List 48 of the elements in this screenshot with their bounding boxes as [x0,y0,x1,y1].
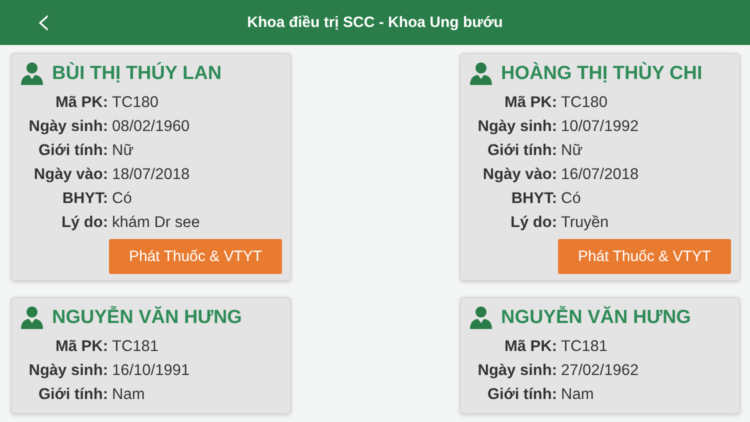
back-button[interactable]: ‹ [30,4,58,38]
patient-name: BÙI THỊ THÚY LAN [52,61,222,86]
field-label: Giới tính: [37,141,108,161]
field-label: Mã PK: [54,337,108,357]
person-icon [469,62,493,86]
field-value: TC180 [561,93,609,113]
field-value: 10/07/1992 [561,117,640,137]
field-value: Nữ [112,141,135,161]
field-value: 16/07/2018 [561,165,640,185]
field-label: Ngày sinh: [476,361,557,381]
field-label: Mã PK: [503,337,557,357]
field-value: TC181 [112,337,160,357]
field-label: Lý do: [60,213,108,233]
patient-name: NGUYỄN VĂN HƯNG [52,305,242,330]
field-value: khám Dr see [112,213,201,233]
field-label: Mã PK: [54,93,108,113]
patient-name: NGUYỄN VĂN HƯNG [501,305,691,330]
dispense-button[interactable]: Phát Thuốc & VTYT [558,239,731,274]
field-label: BHYT: [510,189,557,209]
field-value: 08/02/1960 [112,117,191,137]
field-value: TC181 [561,337,609,357]
field-label: Ngày sinh: [28,361,108,381]
field-label: Ngày sinh: [28,117,108,137]
field-value: Nữ [561,141,584,161]
field-value: 16/10/1991 [112,361,191,381]
field-label: Ngày vào: [482,165,557,185]
person-icon [20,306,44,330]
field-label: Ngày sinh: [476,117,557,137]
person-icon [20,62,44,86]
field-label: Ngày vào: [32,165,108,185]
field-value: Có [561,189,582,209]
field-value: Nam [561,385,595,405]
field-value: Nam [112,385,146,405]
field-label: Giới tính: [486,141,557,161]
field-label: Giới tính: [37,385,108,405]
person-icon [469,306,493,330]
field-value: TC180 [112,93,160,113]
field-label: Giới tính: [486,385,557,405]
field-label: BHYT: [61,189,108,209]
field-label: Lý do: [510,213,557,233]
patient-name: HOÀNG THỊ THÙY CHI [501,61,702,86]
field-value: 27/02/1962 [561,361,640,381]
field-value: Truyền [561,213,610,233]
field-value: 18/07/2018 [112,165,191,185]
screen-title: Khoa điều trị SCC - Khoa Ung bướu [247,14,503,31]
field-label: Mã PK: [503,93,557,113]
field-value: Có [112,189,133,209]
dispense-button[interactable]: Phát Thuốc & VTYT [109,239,282,274]
